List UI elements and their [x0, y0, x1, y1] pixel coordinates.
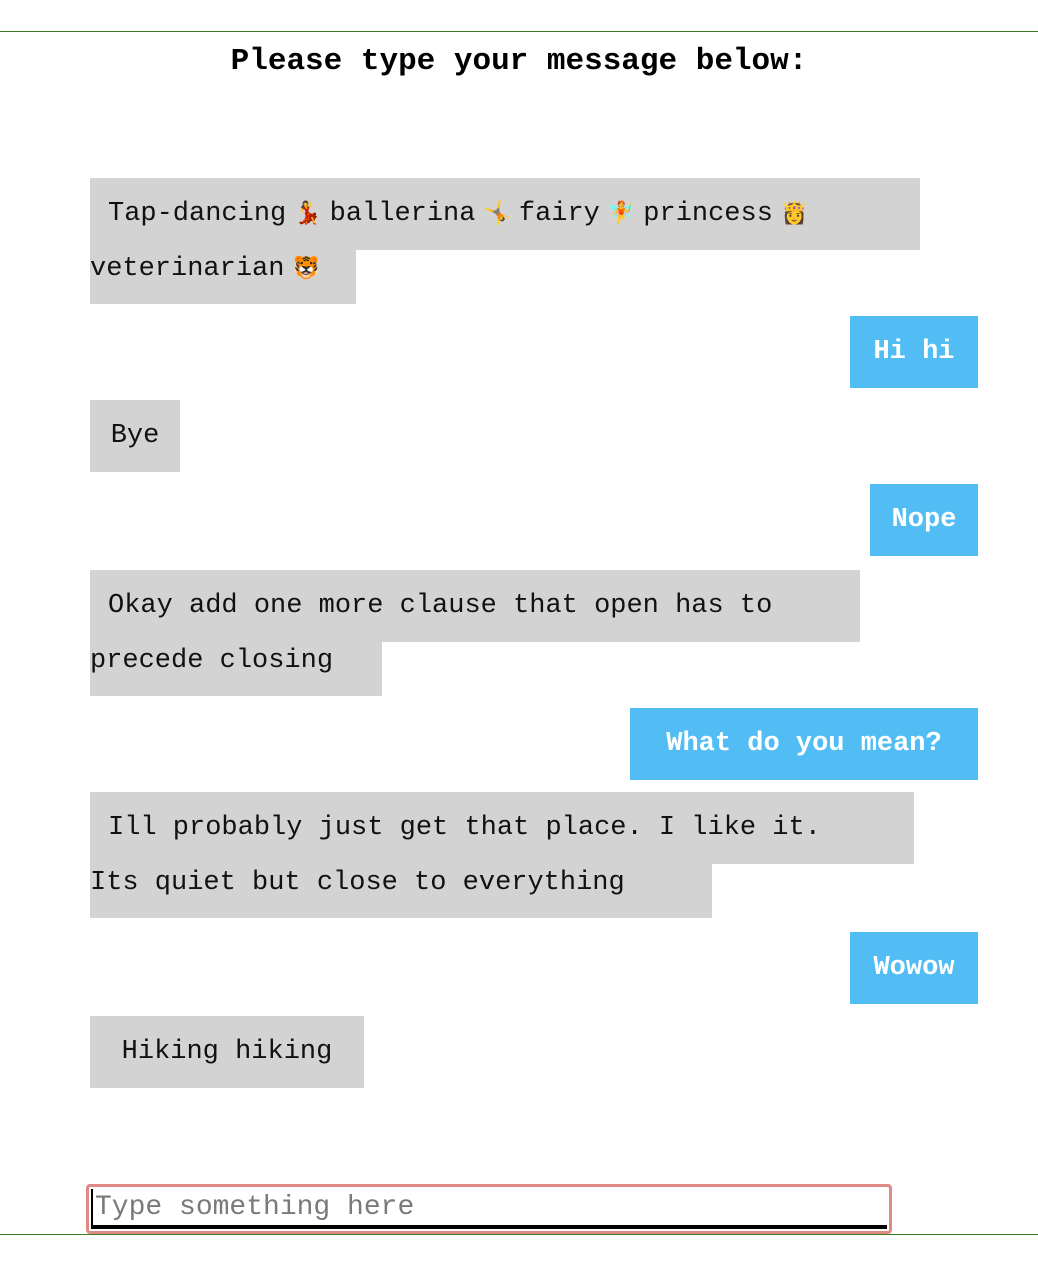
message-text: Bye: [110, 421, 160, 451]
dancer-icon: 💃: [294, 201, 322, 226]
message-outgoing: Nope: [870, 484, 978, 556]
message-incoming: Hiking hiking: [90, 1016, 364, 1088]
message-line: veterinarian 🐯: [90, 250, 356, 304]
message-text: Wowow: [873, 953, 955, 983]
message-text: Ill probably just get that place. I like…: [108, 813, 821, 843]
message-line: Okay add one more clause that open has t…: [90, 570, 860, 642]
message-text: ballerina: [329, 199, 476, 229]
message-input-container: [86, 1184, 892, 1234]
message-line: Ill probably just get that place. I like…: [90, 792, 914, 864]
message-text: princess: [643, 199, 773, 229]
message-incoming: Bye: [90, 400, 180, 472]
message-text: Okay add one more clause that open has t…: [108, 591, 773, 621]
message-text: Hi hi: [873, 337, 955, 367]
message-line: precede closing: [90, 642, 382, 696]
message-text: What do you mean?: [666, 729, 942, 759]
message-text: veterinarian: [90, 254, 285, 284]
princess-icon: 👸: [780, 201, 809, 226]
message-text: Tap-dancing: [108, 199, 287, 229]
message-outgoing: Wowow: [850, 932, 978, 1004]
message-outgoing: Hi hi: [850, 316, 978, 388]
message-line: Its quiet but close to everything: [90, 864, 712, 918]
message-text: fairy: [518, 199, 600, 229]
message-text: Hiking hiking: [121, 1037, 333, 1067]
message-text: precede closing: [90, 646, 334, 676]
message-input[interactable]: [91, 1189, 887, 1229]
tiger-face-icon: 🐯: [292, 256, 320, 281]
page-title: Please type your message below:: [230, 44, 808, 79]
message-text: Nope: [891, 505, 957, 535]
message-outgoing: What do you mean?: [630, 708, 978, 780]
fairy-icon: 🧚: [607, 201, 636, 226]
gymnast-icon: 🤸: [483, 201, 511, 226]
message-line: Tap-dancing 💃 ballerina 🤸 fairy 🧚 princess 👸: [90, 178, 920, 250]
message-text: Its quiet but close to everything: [90, 868, 625, 898]
